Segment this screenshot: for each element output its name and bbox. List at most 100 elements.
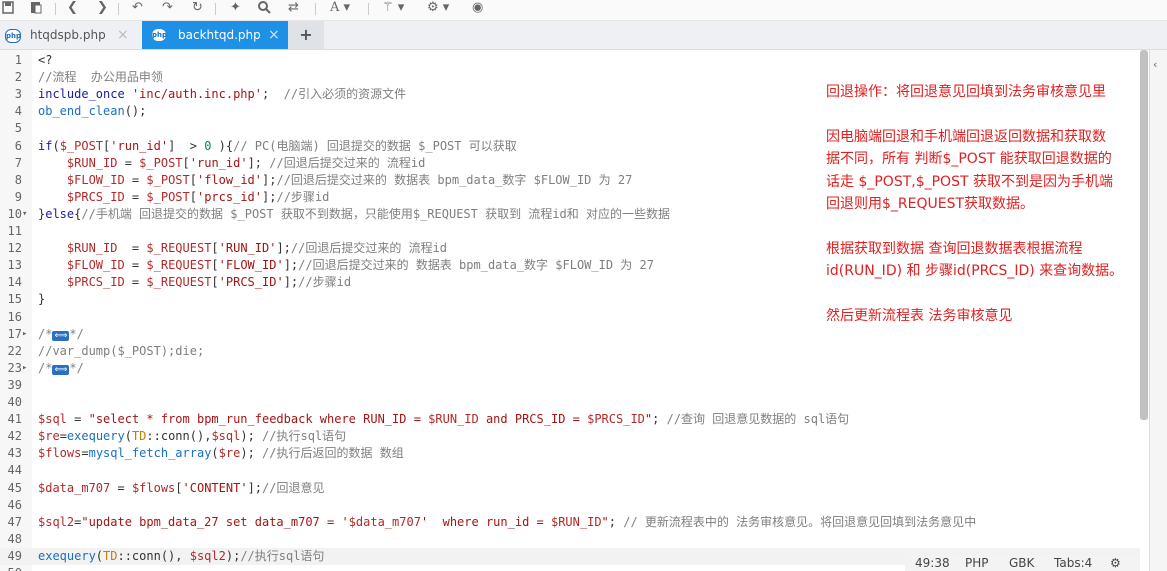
close-icon[interactable]: ×	[268, 21, 280, 49]
code-token: "select * from bpm_run_feedback where RU…	[88, 412, 429, 427]
gear-icon[interactable]: ⚙ ▾	[427, 0, 449, 18]
tab-htqdspb[interactable]: php htqdspb.php ×	[0, 21, 142, 49]
search-icon[interactable]	[258, 0, 271, 18]
tab-backhtqd[interactable]: php backhtqd.php ×	[142, 21, 288, 49]
line-number: 43	[7, 446, 22, 461]
line-number: 6	[14, 138, 22, 153]
code-token: =	[117, 155, 140, 170]
code-token: exequery	[38, 548, 96, 563]
wand-icon[interactable]: ⚚ ▾	[382, 0, 404, 18]
encoding[interactable]: GBK	[1009, 555, 1034, 571]
code-token: [	[175, 480, 183, 495]
code-token: TD	[103, 548, 118, 563]
language-mode[interactable]: PHP	[965, 555, 989, 571]
code-token: ;	[261, 87, 284, 102]
line-number: 11	[7, 224, 22, 238]
chevron-left-icon[interactable]: ‹	[1153, 58, 1157, 71]
line-number: 47	[7, 514, 22, 529]
line-number: 2	[14, 70, 22, 85]
save-icon[interactable]	[2, 0, 14, 18]
code-token: //回退后提交过来的 流程id	[269, 155, 426, 170]
line-number: 45	[7, 480, 22, 495]
code-token: =	[124, 172, 147, 187]
code-line: 42 $re=exequery(TD::conn(),$sql); //执行sql…	[0, 428, 1140, 445]
code-text: $PRCS_ID = $_POST['prcs_id'];//步骤id	[38, 189, 329, 206]
line-number: 49	[7, 548, 22, 563]
add-tab-button[interactable]: +	[288, 21, 324, 49]
code-text: $FLOW_ID = $_REQUEST['FLOW_ID'];//回退后提交过…	[38, 257, 654, 274]
undo-icon[interactable]: ↶	[132, 0, 143, 18]
fold-closed-icon[interactable]: ▸	[22, 360, 27, 377]
shuffle-icon[interactable]: ⇄	[288, 0, 299, 18]
code-token: [	[211, 241, 219, 256]
side-panel: ‹	[1149, 50, 1167, 571]
code-token: TD	[131, 429, 147, 444]
code-token: //执行后返回的数据 数组	[262, 446, 404, 461]
line-number: 39	[7, 377, 22, 392]
code-token: $_REQUEST	[146, 241, 212, 256]
code-token: ];	[283, 275, 299, 290]
code-token: ){	[211, 138, 234, 153]
code-line: 44	[0, 462, 1140, 479]
eye-icon[interactable]: ◉	[472, 0, 483, 18]
code-token: =	[117, 241, 147, 256]
refresh-icon[interactable]: ↻	[192, 0, 203, 18]
line-number: 42	[7, 429, 22, 444]
code-token: //步骤id	[298, 275, 352, 290]
close-icon[interactable]: ×	[117, 21, 129, 49]
code-token: ];	[276, 241, 291, 256]
tab-label: htqdspb.php	[30, 28, 106, 42]
tab-size[interactable]: Tabs:4	[1054, 555, 1092, 571]
line-number: 22	[7, 343, 22, 358]
code-text: $flows=mysql_fetch_array($re); //执行后返回的数…	[38, 445, 404, 462]
line-number: 12	[7, 241, 22, 256]
code-token: "update bpm_data_27 set data_m707 = '	[81, 514, 349, 529]
collapsed-block-icon[interactable]: ⟺	[52, 364, 70, 375]
code-token: $_POST	[59, 138, 104, 153]
paste-icon[interactable]	[30, 0, 42, 18]
back-icon[interactable]: ❮	[67, 0, 78, 18]
code-text: //流程 办公用品申领	[38, 69, 163, 86]
code-text: $sql2="update bpm_data_27 set data_m707 …	[38, 514, 976, 531]
code-token: =	[124, 275, 147, 290]
line-number: 16	[7, 309, 22, 324]
code-text: //var_dump($_POST);die;	[38, 343, 204, 360]
code-line: 46	[0, 497, 1140, 514]
code-token: ];	[262, 172, 277, 187]
font-icon[interactable]: A ▾	[330, 0, 350, 18]
code-token: // 更新流程表中的 法务审核意见。将回退意见回填到法务意见中	[623, 514, 977, 529]
redo-icon[interactable]: ↷	[162, 0, 173, 18]
code-token: /*	[38, 326, 53, 341]
collapsed-block-icon[interactable]: ⟺	[52, 330, 70, 341]
fold-open-icon[interactable]: ▾	[22, 206, 27, 223]
cursor-position: 49:38	[915, 556, 950, 570]
code-token: $sql	[38, 412, 67, 427]
line-number: 1	[14, 53, 22, 67]
code-token: $flows	[131, 480, 176, 495]
vertical-scrollbar[interactable]	[1140, 50, 1148, 420]
code-token: <?	[38, 53, 53, 67]
annotation-line: 话走 $_POST,$_POST 获取不到是因为手机端	[826, 173, 1113, 190]
gear-icon[interactable]: ⚙	[1110, 555, 1121, 571]
line-number: 50	[0, 565, 22, 571]
line-number: 3	[14, 87, 22, 102]
code-text: $RUN_ID = $_POST['run_id']; //回退后提交过来的 流…	[38, 155, 425, 172]
code-token: else	[45, 206, 75, 221]
code-text: $FLOW_ID = $_POST['flow_id'];//回退后提交过来的 …	[38, 172, 632, 189]
code-token: $FLOW_ID	[66, 258, 125, 273]
code-token: $_REQUEST	[146, 275, 212, 290]
pin-icon[interactable]: ✦	[230, 0, 241, 18]
line-number: 7	[14, 155, 22, 170]
code-text: }	[38, 291, 45, 308]
code-token: );	[225, 548, 241, 563]
fold-closed-icon[interactable]: ▸	[22, 326, 27, 343]
code-token: }	[38, 292, 46, 307]
forward-icon[interactable]: ❯	[97, 0, 108, 18]
code-token: exequery	[66, 429, 125, 444]
code-token: ];	[283, 258, 299, 273]
code-text: if($_POST['run_id'] > 0 ){// PC(电脑端) 回退提…	[38, 138, 517, 155]
